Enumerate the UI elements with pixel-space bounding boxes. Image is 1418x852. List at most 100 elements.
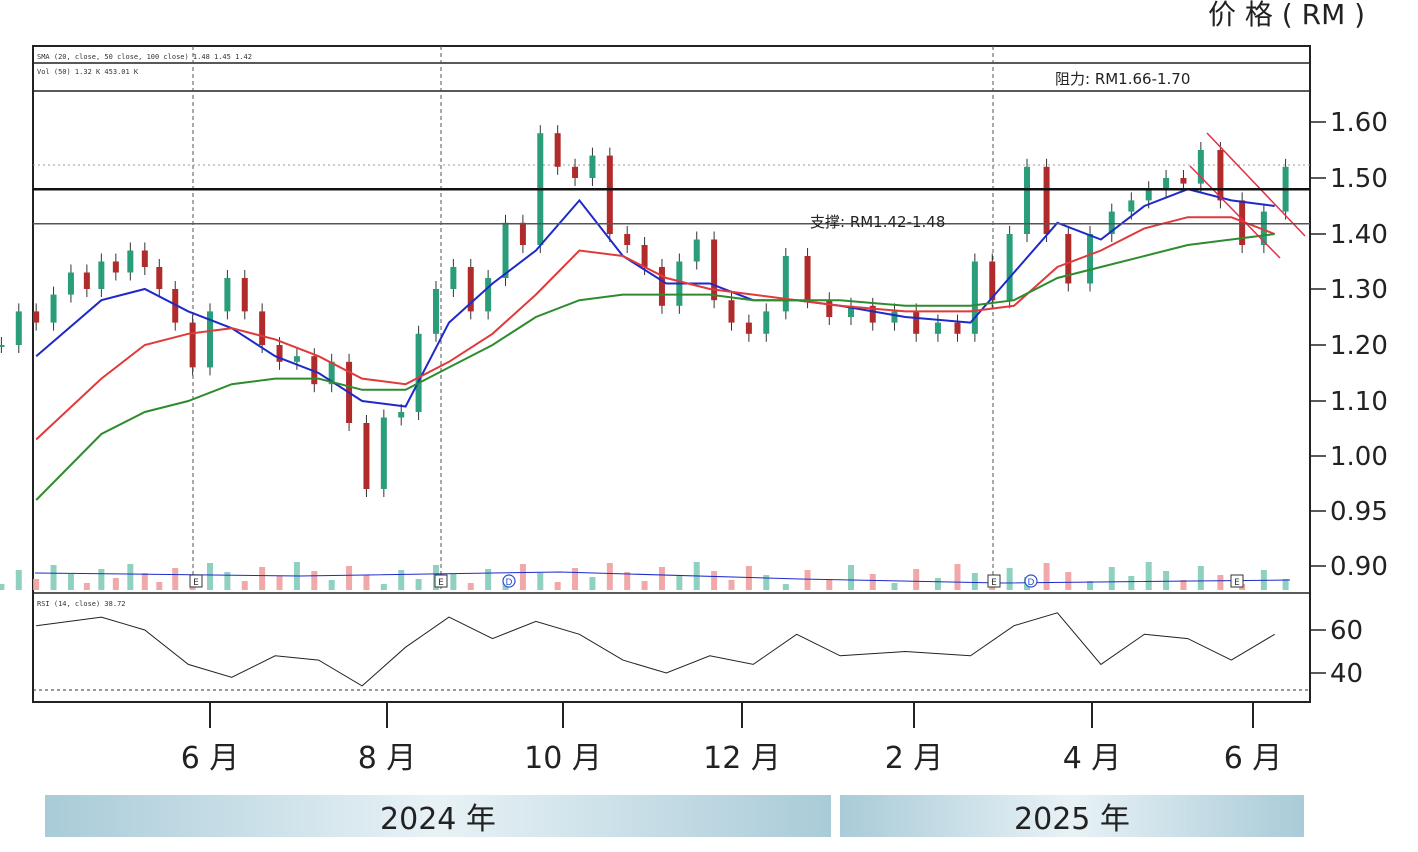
volume-bar-48 (826, 579, 833, 590)
stock-chart: E E D E D E SMA (20, close, 50 close, 100 clo… (0, 0, 1388, 837)
volume-bar-33 (554, 582, 561, 590)
volume-bar-43 (728, 580, 735, 590)
candle-body-33 (554, 133, 561, 167)
candle-body-12 (189, 322, 196, 368)
volume-bar-53 (934, 578, 941, 590)
candle-body-47 (804, 256, 811, 301)
event-marker-label-4: D (1028, 578, 1035, 588)
candle-body-64 (1145, 189, 1152, 201)
volume-bar-22 (363, 575, 370, 590)
volume-bar-4 (67, 574, 74, 590)
candle-body-3 (50, 294, 57, 323)
event-marker-label-1: E (438, 578, 444, 588)
candle-body-48 (826, 300, 833, 317)
volume-bar-27 (450, 574, 457, 590)
candle-body-29 (485, 278, 492, 312)
volume-bar-6 (98, 569, 105, 590)
volume-bar-60 (1065, 572, 1072, 590)
volume-bar-57 (1006, 568, 1013, 590)
y-tick-label-4: 1.20 (1330, 331, 1388, 361)
rsi-header: RSI (14, close) 38.72 (37, 600, 126, 608)
support-label: 支撑: RM1.42-1.48 (810, 213, 945, 231)
resistance-label: 阻力: RM1.66-1.70 (1055, 70, 1190, 88)
candle-body-65 (1163, 178, 1170, 190)
volume-bar-16 (259, 567, 266, 590)
volume-bar-24 (398, 570, 405, 590)
candle-body-37 (624, 234, 631, 245)
volume-bar-52 (913, 569, 920, 590)
volume-bar-39 (658, 567, 665, 590)
volume-bar-35 (589, 577, 596, 590)
volume-bar-62 (1108, 567, 1115, 590)
candle-body-6 (98, 261, 105, 289)
volume-bar-40 (676, 576, 683, 590)
candle-body-16 (259, 311, 266, 345)
candle-body-10 (156, 267, 163, 289)
volume-bar-1 (15, 570, 22, 590)
volume-bar-28 (467, 583, 474, 590)
candle-body-39 (658, 267, 665, 306)
x-tick-label-2: 10 月 (524, 741, 602, 776)
candle-body-42 (711, 239, 718, 301)
candle-body-9 (141, 250, 148, 267)
volume-bar-47 (804, 570, 811, 590)
candle-body-8 (127, 250, 134, 273)
candle-body-35 (589, 155, 596, 178)
candle-body-2 (33, 311, 40, 323)
candle-body-41 (693, 239, 700, 262)
volume-bar-21 (346, 566, 353, 590)
volume-bar-2 (33, 579, 40, 590)
x-axis: 6 月 8 月 10 月 12 月 2 月 4 月 6 月 (181, 702, 1282, 776)
volume-bar-46 (782, 584, 789, 590)
volume-bar-0 (0, 584, 5, 590)
x-tick-label-3: 12 月 (703, 741, 781, 776)
candle-body-7 (112, 261, 119, 273)
y-tick-label-8: 0.90 (1330, 552, 1388, 582)
volume-bar-45 (763, 575, 770, 590)
candle-body-51 (891, 311, 898, 323)
candle-body-30 (502, 222, 509, 278)
year-label-2024: 2024 年 (380, 802, 496, 837)
volume-bar-37 (624, 572, 631, 590)
volume-bar-20 (328, 580, 335, 590)
rsi-tick-label-0: 60 (1330, 616, 1363, 646)
volume-bar-11 (172, 568, 179, 590)
volume-bar-23 (380, 584, 387, 590)
volume-bar-29 (485, 569, 492, 590)
chart-frame (32, 45, 1311, 703)
volume-bar-49 (848, 565, 855, 590)
candle-body-15 (241, 278, 248, 312)
volume-bar-68 (1217, 575, 1224, 590)
candle-body-27 (450, 267, 457, 289)
candle-body-46 (782, 256, 789, 312)
event-marker-label-2: D (506, 578, 513, 588)
volume-bar-15 (241, 581, 248, 590)
y-tick-label-2: 1.40 (1330, 220, 1388, 250)
candle-body-22 (363, 423, 370, 489)
candle-body-43 (728, 300, 735, 323)
year-label-2025: 2025 年 (1014, 802, 1130, 837)
candle-body-25 (415, 333, 422, 412)
y-axis: 1.60 1.50 1.40 1.30 1.20 1.10 1.00 0.95 0.90 60 40 (1310, 108, 1388, 689)
candle-body-24 (398, 412, 405, 418)
y-unit-label: 价 格 ( RM ) (1208, 0, 1365, 31)
volume-bar-64 (1145, 562, 1152, 590)
candle-body-1 (15, 311, 22, 345)
candle-body-31 (519, 222, 526, 245)
x-tick-label-1: 8 月 (358, 741, 417, 776)
volume-bar-31 (519, 564, 526, 590)
candle-body-5 (83, 272, 90, 289)
candle-body-57 (1006, 234, 1013, 301)
event-marker-label-0: E (193, 578, 199, 588)
candle-body-34 (572, 166, 579, 178)
candle-body-63 (1128, 200, 1135, 212)
volume-bar-50 (869, 574, 876, 590)
candle-body-0 (0, 345, 5, 347)
volume-bar-13 (207, 563, 213, 590)
volume-bar-19 (311, 571, 318, 590)
volume-bar-63 (1128, 576, 1135, 590)
y-tick-label-5: 1.10 (1330, 387, 1388, 417)
candle-body-14 (224, 278, 231, 312)
volume-bar-36 (606, 563, 613, 590)
volume-bar-65 (1163, 571, 1170, 590)
